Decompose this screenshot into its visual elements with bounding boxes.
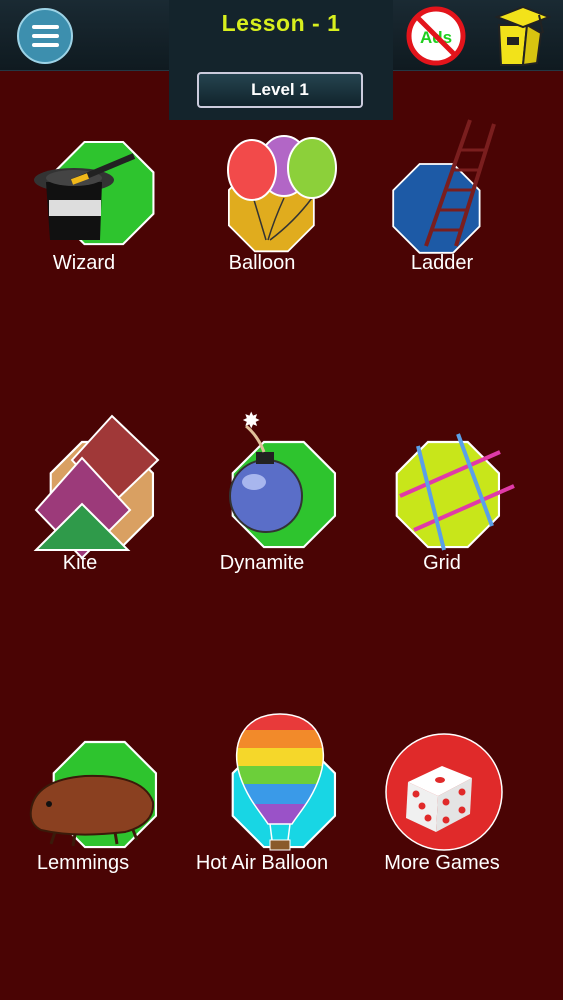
graduation-cap-button[interactable] xyxy=(493,3,551,67)
lesson-panel: Lesson - 1 Level 1 xyxy=(169,0,393,120)
menu-icon xyxy=(32,25,59,29)
game-label: Kite xyxy=(62,552,98,574)
game-balloon[interactable]: Balloon xyxy=(172,135,352,310)
grid-icon xyxy=(395,433,515,551)
game-label: Lemmings xyxy=(36,852,130,874)
game-more-games[interactable]: More Games xyxy=(352,733,532,910)
game-ladder[interactable]: Ladder xyxy=(352,119,532,310)
bomb-icon: ✸ xyxy=(229,409,337,549)
game-label: Balloon xyxy=(228,252,296,274)
game-lemmings[interactable]: Lemmings xyxy=(0,740,173,910)
lemming-icon xyxy=(29,740,158,849)
game-label: Ladder xyxy=(410,252,474,274)
dice-icon xyxy=(385,733,503,851)
kites-icon xyxy=(33,414,160,560)
game-label: Grid xyxy=(423,552,461,574)
game-dynamite[interactable]: ✸ Dynamite xyxy=(172,409,352,610)
menu-icon-bar xyxy=(32,34,59,38)
hot-air-balloon-icon xyxy=(231,713,337,851)
game-kite[interactable]: Kite xyxy=(0,414,170,610)
menu-icon-bar xyxy=(32,43,59,47)
game-hot-air-balloon[interactable]: Hot Air Balloon xyxy=(172,713,352,910)
no-ads-button[interactable]: Ads xyxy=(405,5,467,67)
game-wizard[interactable]: Wizard xyxy=(0,140,174,310)
svg-text:✸: ✸ xyxy=(242,409,260,434)
menu-button[interactable] xyxy=(17,8,73,64)
balloons-icon xyxy=(227,135,337,253)
level-selector[interactable]: Level 1 xyxy=(197,72,363,108)
game-label: Wizard xyxy=(52,252,116,274)
game-label: Hot Air Balloon xyxy=(195,852,329,874)
lesson-title: Lesson - 1 xyxy=(221,10,341,36)
wizard-hat-icon xyxy=(34,140,155,246)
game-grid[interactable]: Grid xyxy=(352,433,532,610)
game-label: More Games xyxy=(384,852,500,874)
game-label: Dynamite xyxy=(219,552,305,574)
ladder-icon xyxy=(392,119,496,254)
graduation-cap-icon xyxy=(494,5,551,67)
